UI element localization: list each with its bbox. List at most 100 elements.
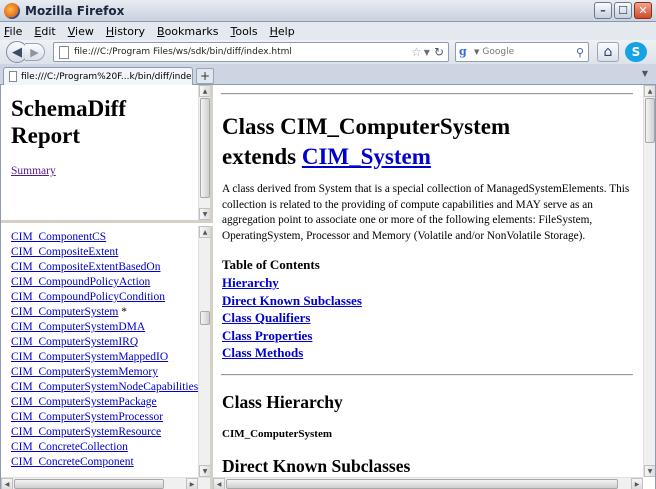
menu-view[interactable]: View (68, 25, 94, 38)
scroll-down-icon[interactable]: ▼ (199, 208, 210, 220)
scroll-thumb[interactable] (200, 98, 210, 198)
search-input[interactable] (482, 47, 576, 57)
class-link[interactable]: CIM_CompositeExtent (11, 246, 118, 258)
scroll-up-icon[interactable]: ▲ (199, 85, 210, 97)
class-list-item: CIM_ComputerSystemNodeCapabilities (11, 380, 198, 395)
frame-class-list: CIM_ComponentCS CIM_CompositeExtent CIM_Co… (1, 226, 213, 489)
scroll-down-icon[interactable]: ▼ (199, 465, 210, 477)
tab-list-dropdown-icon[interactable]: ▼ (642, 69, 648, 78)
summary-link[interactable]: Summary (11, 165, 56, 177)
class-description: A class derived from System that is a sp… (222, 183, 630, 242)
bookmark-star-icon[interactable]: ☆ (411, 45, 422, 59)
class-list-item: CIM_ConcreteCollection (11, 440, 198, 455)
scroll-right-icon[interactable]: ▶ (186, 478, 198, 489)
menu-file[interactable]: File (4, 25, 22, 38)
close-button[interactable]: ✕ (634, 2, 652, 19)
url-bar[interactable]: ☆ ▼ ↻ (53, 42, 449, 62)
window-controls: – ☐ ✕ (594, 2, 652, 19)
window-title-bar[interactable]: Mozilla Firefox – ☐ ✕ (0, 0, 656, 22)
menu-edit[interactable]: Edit (34, 25, 55, 38)
menu-bookmarks[interactable]: Bookmarks (157, 25, 218, 38)
main-vertical-scrollbar[interactable]: ▲ ▼ (643, 85, 655, 477)
toc-link-subclasses[interactable]: Direct Known Subclasses (222, 293, 362, 308)
scroll-left-icon[interactable]: ◀ (1, 478, 13, 489)
reload-icon[interactable]: ↻ (434, 45, 444, 59)
scroll-thumb[interactable] (645, 98, 655, 143)
class-list-item: CIM_ComputerSystemIRQ (11, 335, 198, 350)
toc-link-hierarchy[interactable]: Hierarchy (222, 275, 279, 290)
class-link[interactable]: CIM_ComputerSystemIRQ (11, 336, 138, 348)
class-list-item: CIM_ComputerSystem * (11, 305, 198, 320)
divider (221, 93, 633, 95)
class-link[interactable]: CIM_CompoundPolicyCondition (11, 291, 165, 303)
new-tab-button[interactable]: + (196, 68, 214, 84)
url-input[interactable] (74, 47, 412, 57)
class-link[interactable]: CIM_ComputerSystemMappedIO (11, 351, 168, 363)
menu-history[interactable]: History (106, 25, 145, 38)
scroll-left-icon[interactable]: ◀ (213, 478, 225, 489)
toc-link-properties[interactable]: Class Properties (222, 328, 312, 343)
class-title: Class CIM_ComputerSystem extends CIM_Sys… (222, 114, 511, 169)
home-button[interactable]: ⌂ (597, 42, 619, 62)
class-list-vertical-scrollbar[interactable]: ▲ ▼ (198, 226, 210, 477)
scroll-right-icon[interactable]: ▶ (631, 478, 643, 489)
firefox-icon (4, 2, 20, 19)
class-link[interactable]: CIM_ComputerSystemPackage (11, 396, 157, 408)
frame-class-detail: Class CIM_ComputerSystem extends CIM_Sys… (213, 85, 655, 489)
menu-tools[interactable]: Tools (230, 25, 257, 38)
class-list-item: CIM_ComputerSystemMemory (11, 365, 198, 380)
class-link[interactable]: CIM_ComputerSystemDMA (11, 321, 145, 333)
divider (221, 374, 633, 376)
toc-link-methods[interactable]: Class Methods (222, 345, 303, 360)
scroll-up-icon[interactable]: ▲ (199, 226, 210, 238)
menu-help[interactable]: Help (270, 25, 295, 38)
maximize-button[interactable]: ☐ (614, 2, 632, 19)
google-icon[interactable]: g (459, 45, 473, 59)
tab-label: file:///C:/Program%20F...k/bin/diff/inde… (21, 71, 192, 82)
parent-class-link[interactable]: CIM_System (302, 144, 431, 169)
frame-title: SchemaDiff Report Summary ▲ ▼ (1, 85, 213, 223)
toc-heading: Table of Contents (222, 257, 320, 272)
search-bar[interactable]: g ▼ ⚲ (455, 42, 589, 62)
class-link[interactable]: CIM_ComponentCS (11, 231, 106, 243)
class-list-horizontal-scrollbar[interactable]: ◀ ▶ (1, 477, 210, 489)
class-link[interactable]: CIM_ConcreteCollection (11, 441, 128, 453)
class-link[interactable]: CIM_ComputerSystemProcessor (11, 411, 163, 423)
navigation-toolbar: ◀ ▶ ☆ ▼ ↻ g ▼ ⚲ ⌂ S (0, 40, 656, 64)
tab-active[interactable]: file:///C:/Program%20F...k/bin/diff/inde… (3, 67, 193, 85)
frame-title-vertical-scrollbar[interactable]: ▲ ▼ (198, 85, 210, 220)
class-link[interactable]: CIM_ComputerSystemMemory (11, 366, 158, 378)
search-icon[interactable]: ⚲ (576, 46, 584, 59)
class-list-item: CIM_CompoundPolicyCondition (11, 290, 198, 305)
class-link[interactable]: CIM_CompoundPolicyAction (11, 276, 150, 288)
scroll-thumb[interactable] (200, 311, 210, 325)
class-link[interactable]: CIM_ComputerSystem (11, 306, 118, 318)
class-list-item: CIM_ComputerSystemPackage (11, 395, 198, 410)
class-list-item: CIM_ComputerSystemProcessor (11, 410, 198, 425)
url-dropdown-icon[interactable]: ▼ (424, 48, 430, 57)
scroll-thumb[interactable] (226, 479, 618, 489)
main-horizontal-scrollbar[interactable]: ◀ ▶ (213, 477, 643, 489)
class-list-item: CIM_CompositeExtentBasedOn (11, 260, 198, 275)
skype-button[interactable]: S (625, 42, 647, 62)
class-list: CIM_ComponentCS CIM_CompositeExtent CIM_Co… (11, 226, 198, 470)
class-list-item: CIM_ComputerSystemDMA (11, 320, 198, 335)
window-title: Mozilla Firefox (25, 3, 125, 18)
class-list-item: CIM_ComponentCS (11, 230, 198, 245)
class-list-item: CIM_ComputerSystemResource (11, 425, 198, 440)
scroll-thumb[interactable] (14, 479, 164, 489)
scroll-down-icon[interactable]: ▼ (644, 465, 655, 477)
minimize-button[interactable]: – (594, 2, 612, 19)
class-link[interactable]: CIM_CompositeExtentBasedOn (11, 261, 161, 273)
class-link[interactable]: CIM_ComputerSystemResource (11, 426, 161, 438)
class-link[interactable]: CIM_ConcreteComponent (11, 456, 134, 468)
skype-icon: S (631, 45, 641, 59)
forward-button[interactable]: ▶ (25, 43, 45, 61)
class-link[interactable]: CIM_ComputerSystemNodeCapabilities (11, 381, 198, 393)
search-engine-dropdown-icon[interactable]: ▼ (474, 48, 479, 56)
toc-link-qualifiers[interactable]: Class Qualifiers (222, 310, 310, 325)
menu-bar: File Edit View History Bookmarks Tools H… (0, 22, 656, 40)
toc-list: Hierarchy Direct Known Subclasses Class … (222, 274, 362, 362)
subclasses-heading: Direct Known Subclasses (222, 456, 411, 476)
scroll-up-icon[interactable]: ▲ (644, 85, 655, 97)
